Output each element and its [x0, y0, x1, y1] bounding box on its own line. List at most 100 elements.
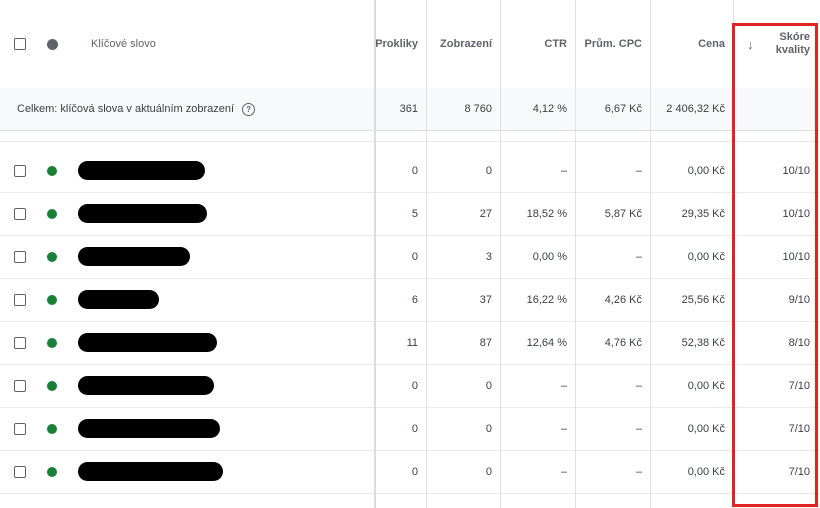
table-row: 0 0 – – 0,00 Kč 7/10	[0, 364, 820, 408]
total-avg-cpc: 6,67 Kč	[604, 103, 642, 115]
quality-score-cell: 7/10	[788, 422, 810, 435]
clicks-cell: 0	[411, 465, 418, 478]
column-header-keyword[interactable]: Klíčové slovo	[91, 0, 156, 88]
keyword-cell[interactable]	[78, 192, 207, 235]
checkbox-icon	[14, 250, 26, 263]
help-icon[interactable]: ?	[242, 102, 256, 116]
row-checkbox[interactable]	[14, 321, 26, 364]
ctr-cell: –	[560, 379, 567, 392]
quality-score-cell: 10/10	[782, 207, 810, 220]
status-cell	[47, 450, 57, 493]
total-row: Celkem: klíčová slova v aktuálním zobraz…	[0, 88, 820, 131]
avg-cpc-cell: –	[635, 422, 642, 435]
enabled-status-dot-icon	[47, 251, 57, 262]
column-divider	[733, 0, 734, 508]
ctr-cell: 0,00 %	[532, 250, 567, 263]
status-cell	[47, 235, 57, 278]
select-all-checkbox[interactable]	[14, 0, 26, 88]
ctr-cell: 12,64 %	[526, 336, 567, 349]
clicks-cell: 11	[406, 336, 418, 349]
impressions-cell: 0	[485, 422, 492, 435]
column-header-cost[interactable]: Cena	[650, 0, 733, 88]
clicks-cell: 0	[411, 379, 418, 392]
row-checkbox[interactable]	[14, 450, 26, 493]
cost-cell: 52,38 Kč	[681, 336, 725, 349]
cost-cell: 0,00 Kč	[687, 250, 725, 263]
keyword-cell[interactable]	[78, 149, 205, 192]
clicks-cell: 6	[411, 293, 418, 306]
avg-cpc-cell: –	[635, 465, 642, 478]
checkbox-icon	[14, 465, 26, 478]
table-row: 0 3 0,00 % – 0,00 Kč 10/10	[0, 235, 820, 279]
enabled-status-dot-icon	[47, 294, 57, 305]
checkbox-icon	[14, 207, 26, 220]
quality-score-cell: 7/10	[788, 379, 810, 392]
clicks-cell: 0	[411, 164, 418, 177]
quality-header-line1: Skóre	[779, 31, 810, 43]
total-ctr: 4,12 %	[532, 103, 567, 115]
column-header-clicks[interactable]: Prokliky	[375, 0, 426, 88]
clicks-cell: 0	[411, 250, 418, 263]
redacted-keyword	[78, 376, 214, 395]
table-row: 11 87 12,64 % 4,76 Kč 52,38 Kč 8/10	[0, 321, 820, 365]
clicks-cell: 0	[411, 422, 418, 435]
impressions-cell: 27	[479, 207, 492, 220]
redacted-keyword	[78, 462, 223, 481]
checkbox-icon	[14, 379, 26, 392]
ctr-cell: –	[560, 164, 567, 177]
status-cell	[47, 407, 57, 450]
impressions-cell: 0	[485, 164, 492, 177]
keyword-cell[interactable]	[78, 364, 214, 407]
row-checkbox[interactable]	[14, 364, 26, 407]
quality-score-cell: 8/10	[788, 336, 810, 349]
status-header[interactable]	[47, 0, 58, 88]
column-divider	[650, 0, 651, 508]
redacted-keyword	[78, 161, 205, 180]
impressions-cell: 0	[485, 465, 492, 478]
column-divider	[500, 0, 501, 508]
cost-cell: 0,00 Kč	[687, 465, 725, 478]
quality-score-cell: 7/10	[788, 465, 810, 478]
ctr-cell: –	[560, 422, 567, 435]
column-header-ctr[interactable]: CTR	[500, 0, 575, 88]
keywords-table: Klíčové slovo Prokliky Zobrazení CTR Prů…	[0, 0, 820, 508]
impressions-cell: 37	[479, 293, 492, 306]
enabled-status-dot-icon	[47, 423, 57, 434]
table-row: 0 0 – – 0,00 Kč 7/10	[0, 407, 820, 451]
checkbox-icon	[14, 422, 26, 435]
total-clicks: 361	[399, 103, 418, 115]
redacted-keyword	[78, 333, 217, 352]
row-checkbox[interactable]	[14, 192, 26, 235]
table-row: 5 27 18,52 % 5,87 Kč 29,35 Kč 10/10	[0, 192, 820, 236]
checkbox-icon	[14, 293, 26, 306]
row-checkbox[interactable]	[14, 407, 26, 450]
column-header-impressions[interactable]: Zobrazení	[426, 0, 500, 88]
status-cell	[47, 321, 57, 364]
cost-cell: 29,35 Kč	[681, 207, 725, 220]
keyword-cell[interactable]	[78, 407, 220, 450]
keyword-cell[interactable]	[78, 321, 217, 364]
enabled-status-dot-icon	[47, 466, 57, 477]
impressions-cell: 0	[485, 379, 492, 392]
keyword-cell[interactable]	[78, 235, 190, 278]
column-header-quality-score[interactable]: ↓ Skóre kvality	[733, 0, 820, 88]
ctr-cell: –	[560, 465, 567, 478]
avg-cpc-cell: 4,76 Kč	[604, 336, 642, 349]
column-divider	[426, 0, 427, 508]
row-checkbox[interactable]	[14, 149, 26, 192]
status-cell	[47, 364, 57, 407]
keyword-cell[interactable]	[78, 450, 223, 493]
ctr-cell: 18,52 %	[526, 207, 567, 220]
table-row: 6 37 16,22 % 4,26 Kč 25,56 Kč 9/10	[0, 278, 820, 322]
impressions-cell: 3	[485, 250, 492, 263]
avg-cpc-cell: –	[635, 379, 642, 392]
arrow-down-icon: ↓	[747, 36, 754, 52]
column-header-avg-cpc[interactable]: Prům. CPC	[575, 0, 650, 88]
keyword-cell[interactable]	[78, 278, 159, 321]
table-row: 0 0 – – 0,00 Kč 10/10	[0, 149, 820, 193]
row-checkbox[interactable]	[14, 235, 26, 278]
quality-score-cell: 9/10	[788, 293, 810, 306]
avg-cpc-cell: 5,87 Kč	[604, 207, 642, 220]
row-checkbox[interactable]	[14, 278, 26, 321]
total-quality	[733, 88, 820, 130]
